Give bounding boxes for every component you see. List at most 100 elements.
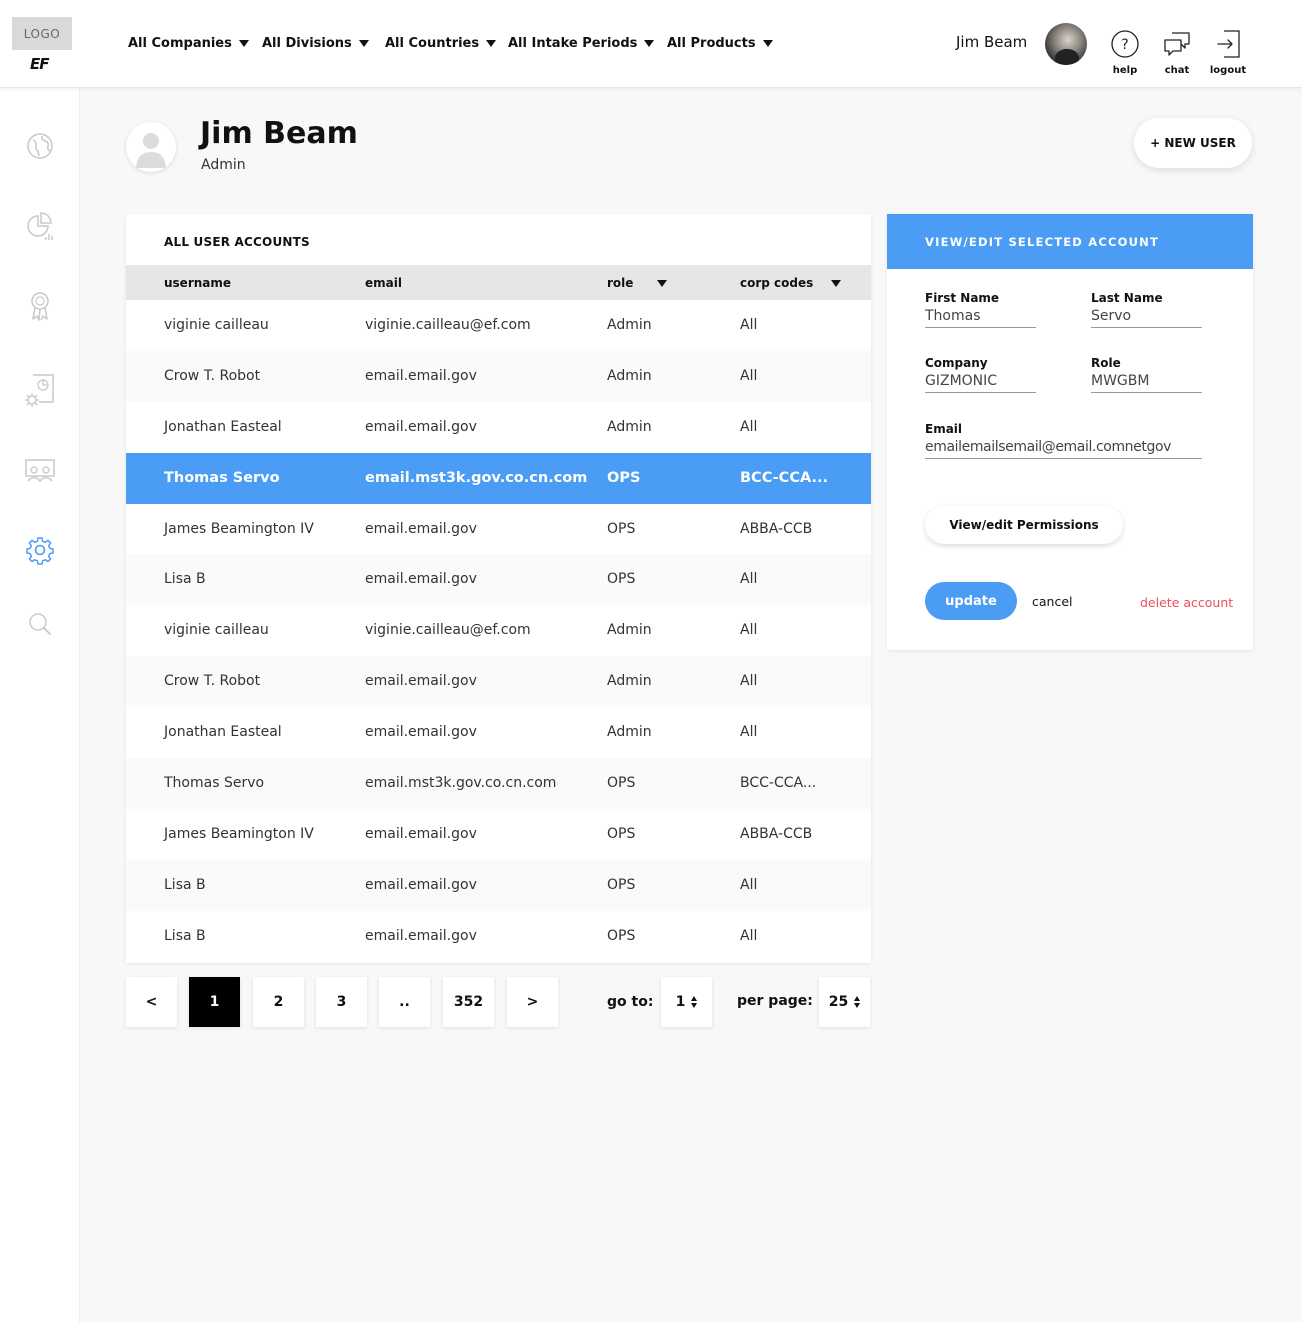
- logout-button[interactable]: logout: [1206, 29, 1250, 76]
- column-header-role[interactable]: role: [607, 276, 668, 290]
- new-user-button[interactable]: + NEW USER: [1134, 118, 1252, 168]
- caret-down-icon: [358, 40, 369, 47]
- per-page-label: per page:: [737, 993, 813, 1009]
- help-button[interactable]: ? help: [1103, 29, 1147, 76]
- edit-permissions-button[interactable]: View/edit Permissions: [925, 506, 1123, 544]
- column-header-corp-codes[interactable]: corp codes: [740, 276, 842, 290]
- last-name-input[interactable]: Servo: [1091, 308, 1202, 328]
- table-row[interactable]: viginie cailleau viginie.cailleau@ef.com A…: [126, 605, 871, 656]
- page-3-button[interactable]: 3: [316, 977, 367, 1027]
- table-row[interactable]: Lisa B email.email.gov OPS All: [126, 859, 871, 911]
- table-row[interactable]: Crow T. Robot email.email.gov Admin All: [126, 656, 871, 708]
- column-header-label: corp codes: [740, 276, 814, 290]
- cell-role: Admin: [607, 367, 652, 384]
- first-name-input[interactable]: Thomas: [925, 308, 1036, 328]
- cell-role: OPS: [607, 571, 636, 588]
- cell-role: OPS: [607, 825, 636, 842]
- logo-placeholder: LOGO: [12, 17, 72, 50]
- cell-role: Admin: [607, 418, 652, 435]
- cell-username: viginie cailleau: [164, 317, 269, 333]
- update-button[interactable]: update: [925, 582, 1017, 620]
- edit-panel-header: VIEW/EDIT SELECTED ACCOUNT: [887, 214, 1253, 269]
- next-page-button[interactable]: >: [507, 977, 558, 1027]
- cell-email: email.email.gov: [365, 724, 477, 741]
- prev-page-button[interactable]: <: [126, 977, 177, 1027]
- chat-icon: [1164, 32, 1190, 56]
- cell-username: Thomas Servo: [164, 775, 265, 792]
- role-input[interactable]: MWGBM: [1091, 373, 1202, 393]
- page-352-button[interactable]: 352: [443, 977, 494, 1027]
- sidebar-item-report-settings[interactable]: [22, 372, 58, 408]
- company-input[interactable]: GIZMONIC: [925, 373, 1036, 393]
- page-ellipsis[interactable]: ..: [379, 977, 430, 1027]
- column-header-email[interactable]: email: [365, 276, 402, 290]
- filter-label: All Countries: [385, 36, 480, 51]
- table-header: username email role corp codes: [126, 265, 871, 300]
- user-silhouette-icon: [136, 133, 166, 168]
- filter-divisions[interactable]: All Divisions: [262, 36, 369, 51]
- filter-label: All Products: [667, 36, 756, 51]
- email-field[interactable]: Email emailemailsemail@email.comnetgov: [925, 422, 1202, 459]
- cell-email: viginie.cailleau@ef.com: [365, 622, 531, 639]
- filter-products[interactable]: All Products: [667, 36, 773, 51]
- cell-corp-codes: All: [740, 724, 758, 741]
- role-label: Role: [1091, 356, 1121, 370]
- company-field[interactable]: Company GIZMONIC: [925, 356, 1036, 393]
- goto-page-stepper[interactable]: 1: [661, 977, 712, 1027]
- table-row[interactable]: Jonathan Easteal email.email.gov Admin All: [126, 402, 871, 453]
- filter-companies[interactable]: All Companies: [128, 36, 249, 51]
- per-page-stepper[interactable]: 25: [819, 977, 870, 1027]
- page-2-button[interactable]: 2: [253, 977, 304, 1027]
- sidebar-item-globe[interactable]: [22, 128, 58, 164]
- user-accounts-table: ALL USER ACCOUNTS username email role co…: [126, 214, 871, 963]
- pie-chart-icon: [27, 212, 53, 240]
- help-icon: ?: [1111, 30, 1139, 58]
- column-header-label: username: [164, 276, 232, 290]
- cell-email: email.email.gov: [365, 418, 477, 435]
- email-label: Email: [925, 422, 963, 436]
- sidebar-item-settings[interactable]: [22, 532, 58, 568]
- last-name-field[interactable]: Last Name Servo: [1091, 291, 1202, 328]
- filter-label: All Companies: [128, 36, 232, 51]
- table-row[interactable]: Crow T. Robot email.email.gov Admin All: [126, 350, 871, 402]
- delete-account-link[interactable]: delete account: [1140, 595, 1233, 610]
- sidebar-item-awards[interactable]: [22, 288, 58, 324]
- cell-role: Admin: [607, 673, 652, 690]
- column-header-label: role: [607, 276, 634, 290]
- table-row[interactable]: James Beamington IV email.email.gov OPS ABB…: [126, 809, 871, 860]
- page-1-button[interactable]: 1: [189, 977, 240, 1027]
- chat-button[interactable]: chat: [1155, 29, 1199, 76]
- table-row[interactable]: Lisa B email.email.gov OPS All: [126, 911, 871, 962]
- cell-username: Jonathan Easteal: [164, 418, 282, 435]
- profile-role: Admin: [201, 157, 246, 173]
- table-row[interactable]: Lisa B email.email.gov OPS All: [126, 554, 871, 606]
- sidebar-item-search[interactable]: [22, 606, 58, 642]
- logout-label: logout: [1209, 65, 1247, 76]
- per-page-value: 25: [828, 994, 849, 1010]
- user-avatar[interactable]: [1045, 23, 1087, 65]
- cell-email: email.email.gov: [365, 825, 477, 842]
- edit-panel-title: VIEW/EDIT SELECTED ACCOUNT: [925, 235, 1160, 249]
- filter-intake-periods[interactable]: All Intake Periods: [508, 36, 655, 51]
- table-row[interactable]: viginie cailleau viginie.cailleau@ef.com A…: [126, 300, 871, 351]
- cell-username: Crow T. Robot: [164, 673, 261, 690]
- sidebar-item-classroom[interactable]: [22, 452, 58, 488]
- column-header-username[interactable]: username: [164, 276, 231, 290]
- report-settings-icon: [25, 374, 54, 407]
- cell-username: Lisa B: [164, 876, 206, 893]
- table-row[interactable]: Thomas Servo email.mst3k.gov.co.cn.com OPS…: [126, 758, 871, 809]
- filter-countries[interactable]: All Countries: [385, 36, 497, 51]
- award-ribbon-icon: [31, 292, 49, 321]
- stepper-arrows-icon: [854, 996, 861, 1008]
- email-input[interactable]: emailemailsemail@email.comnetgov: [925, 439, 1202, 459]
- sidebar-item-analytics[interactable]: [22, 208, 58, 244]
- table-row[interactable]: Jonathan Easteal email.email.gov Admin All: [126, 707, 871, 758]
- cell-username: Lisa B: [164, 571, 206, 588]
- cancel-link[interactable]: cancel: [1032, 594, 1073, 609]
- table-row[interactable]: Thomas Servo email.mst3k.gov.co.cn.com OPS…: [126, 452, 871, 504]
- cell-username: Crow T. Robot: [164, 367, 261, 384]
- role-field[interactable]: Role MWGBM: [1091, 356, 1202, 393]
- cell-email: email.email.gov: [365, 571, 477, 588]
- table-row[interactable]: James Beamington IV email.email.gov OPS ABB…: [126, 504, 871, 555]
- first-name-field[interactable]: First Name Thomas: [925, 291, 1036, 328]
